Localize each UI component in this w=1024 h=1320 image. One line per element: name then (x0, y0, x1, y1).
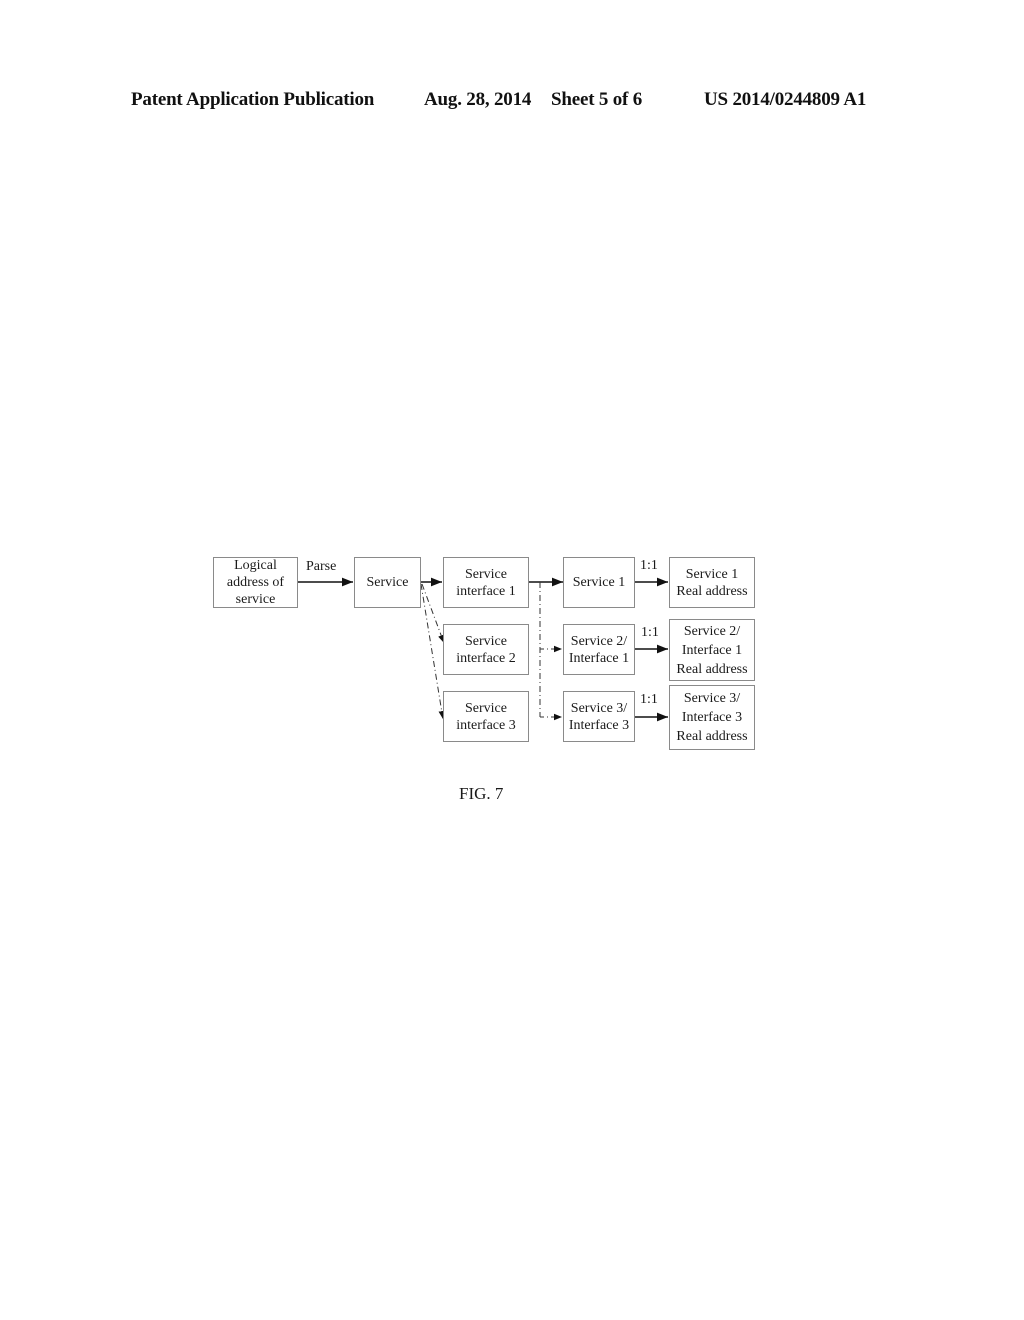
node-text: Real address (676, 661, 748, 677)
node-service-interface-2: Service interface 2 (443, 624, 529, 675)
node-service: Service (354, 557, 421, 608)
node-text: Service 3/ (683, 691, 741, 706)
node-text: Service 2/ (570, 633, 628, 649)
node-text: interface 2 (456, 650, 516, 666)
node-text: Interface 1 (681, 642, 743, 658)
node-text: Service 1 (685, 566, 739, 582)
node-service-1: Service 1 (563, 557, 635, 608)
node-service-2-interface-1: Service 2/ Interface 1 (563, 624, 635, 675)
node-text: Service 3/ (570, 700, 628, 716)
node-logical-address: Logical address of service (213, 557, 298, 608)
node-text: Service 2/ (683, 623, 741, 639)
node-real-address-2: Service 2/ Interface 1 Real address (669, 619, 755, 681)
node-text: Service (465, 633, 507, 649)
node-text: Service (465, 566, 507, 582)
node-text: Logical (234, 558, 277, 573)
node-text: address of (226, 575, 285, 590)
node-text: Real address (676, 583, 748, 599)
node-text: interface 3 (456, 717, 516, 733)
node-text: interface 1 (456, 583, 516, 599)
node-text: Real address (676, 729, 748, 744)
node-service-interface-3: Service interface 3 (443, 691, 529, 742)
node-service-3-interface-3: Service 3/ Interface 3 (563, 691, 635, 742)
node-text: Interface 3 (681, 710, 743, 725)
label-parse: Parse (306, 559, 337, 574)
node-text: Service (465, 700, 507, 716)
node-service-interface-1: Service interface 1 (443, 557, 529, 608)
node-text: Interface 1 (568, 650, 630, 666)
figure-caption: FIG. 7 (459, 784, 504, 803)
edge-service-to-interface-2 (421, 583, 445, 644)
label-ratio-2: 1:1 (641, 625, 659, 640)
node-real-address-3: Service 3/ Interface 3 Real address (669, 685, 755, 750)
node-text: Service (366, 575, 409, 590)
label-ratio-1: 1:1 (640, 558, 658, 573)
node-real-address-1: Service 1 Real address (669, 557, 755, 608)
node-text: Interface 3 (568, 717, 630, 733)
label-ratio-3: 1:1 (640, 692, 658, 707)
node-text: Service 1 (572, 575, 626, 590)
edge-service-to-interface-3 (420, 583, 445, 720)
node-text: service (235, 592, 276, 607)
